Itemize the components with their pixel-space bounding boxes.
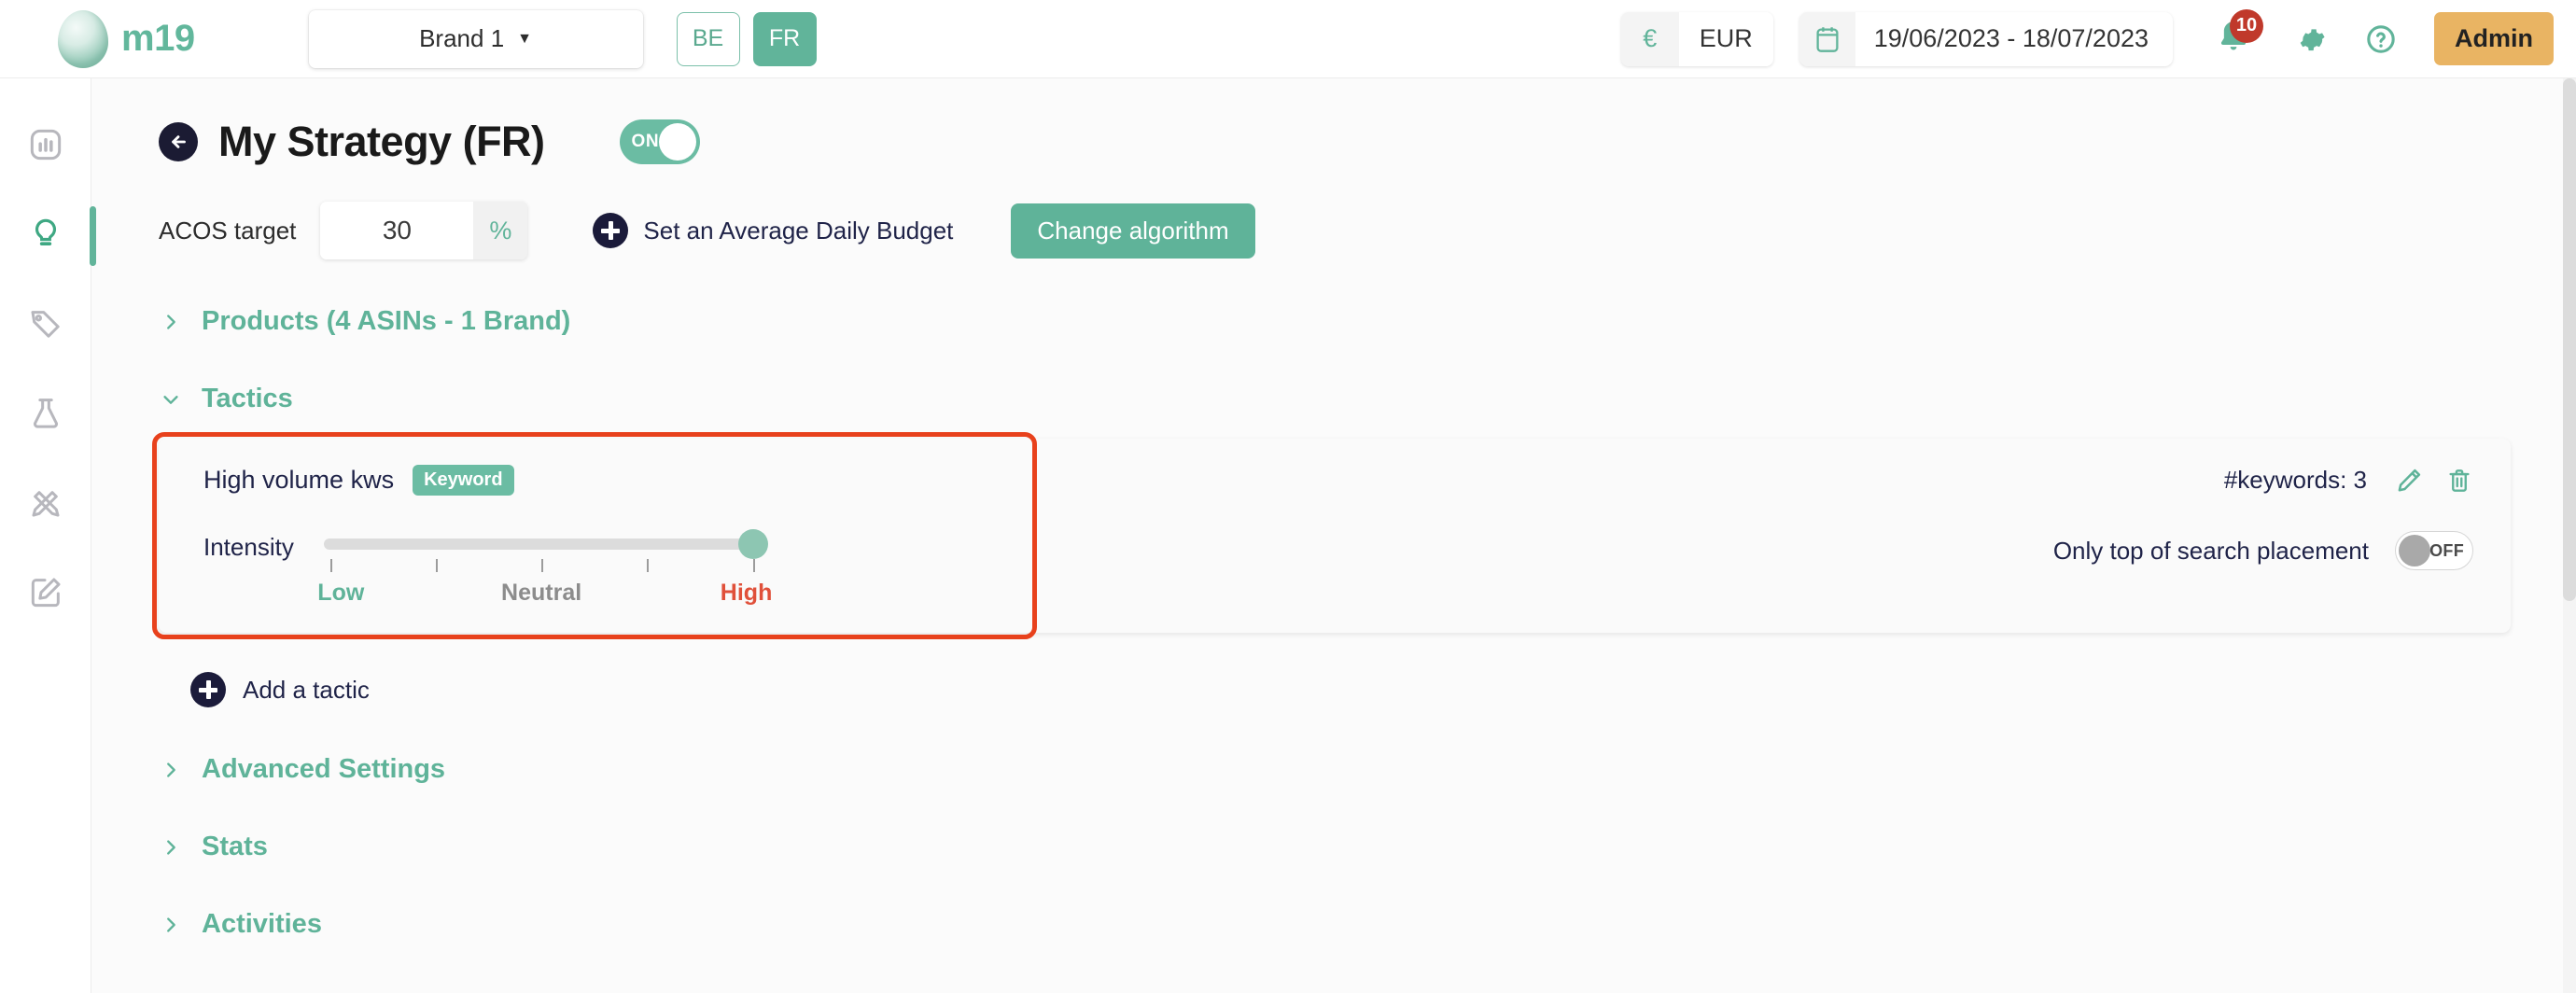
edit-square-icon [31, 578, 60, 608]
active-indicator [89, 206, 96, 266]
chevron-right-icon [159, 837, 183, 858]
brand-selector-value: Brand 1 [419, 24, 505, 52]
intensity-label-high: High [720, 580, 773, 606]
top-header: m19 Brand 1 ▼ BE FR € EUR 19/06/2023 - 1… [0, 0, 2576, 78]
top-of-search-placement-label: Only top of search placement [2052, 536, 2369, 565]
section-advanced-settings[interactable]: Advanced Settings [159, 754, 2522, 785]
logo-egg-icon [58, 9, 108, 68]
section-advanced-settings-label: Advanced Settings [202, 754, 446, 784]
tactic-card: High volume kws Keyword #keywords: 3 Int… [152, 432, 2511, 639]
change-algorithm-button[interactable]: Change algorithm [1011, 203, 1255, 259]
locale-switcher: BE FR [676, 11, 817, 66]
sidebar-item-creative[interactable] [0, 478, 91, 528]
add-tactic-button[interactable]: Add a tactic [190, 672, 2522, 707]
help-button[interactable] [2365, 23, 2397, 55]
acos-target-label: ACOS target [159, 216, 297, 245]
gear-icon [2300, 28, 2325, 50]
app-logo[interactable]: m19 [58, 9, 195, 68]
toggle-knob [2399, 535, 2430, 566]
tactic-name: High volume kws [203, 466, 395, 494]
sidebar-item-strategies[interactable] [0, 206, 96, 266]
sidebar-item-dashboard[interactable] [0, 119, 91, 170]
lightbulb-icon [35, 218, 56, 246]
acos-target-value[interactable]: 30 [320, 202, 474, 259]
pencil-ruler-icon [32, 491, 59, 517]
intensity-label: Intensity [203, 533, 294, 561]
header-actions: € EUR 19/06/2023 - 18/07/2023 10 Admin [1620, 8, 2576, 66]
acos-target-unit: % [473, 202, 528, 259]
sidebar-item-editor[interactable] [0, 567, 91, 618]
strategy-status-toggle-label: ON [631, 132, 660, 151]
intensity-slider-ticks [324, 559, 755, 574]
section-tactics-label: Tactics [202, 384, 293, 413]
section-tactics[interactable]: Tactics [159, 384, 2522, 414]
add-tactic-label: Add a tactic [243, 675, 370, 704]
main-content: My Strategy (FR) ON ACOS target 30 % Set… [91, 78, 2576, 993]
logo-text: m19 [121, 18, 195, 59]
page-header: My Strategy (FR) ON [159, 118, 2522, 166]
acos-target-input[interactable]: 30 % [320, 202, 528, 259]
calendar-icon [1799, 11, 1855, 66]
chevron-down-icon: ▼ [517, 30, 533, 47]
section-stats-label: Stats [202, 832, 268, 861]
settings-button[interactable] [2294, 23, 2326, 55]
notification-badge: 10 [2230, 8, 2263, 43]
tactic-type-chip: Keyword [413, 465, 514, 496]
edit-tactic-button[interactable] [2395, 467, 2423, 495]
pencil-icon [2398, 469, 2421, 491]
set-daily-budget-label: Set an Average Daily Budget [643, 216, 954, 245]
intensity-slider-track[interactable] [323, 529, 768, 559]
top-of-search-placement-toggle[interactable]: OFF [2395, 531, 2473, 570]
chevron-right-icon [159, 760, 183, 780]
brand-selector[interactable]: Brand 1 ▼ [308, 9, 643, 68]
acos-target-row: ACOS target 30 % Set an Average Daily Bu… [159, 202, 2522, 259]
chevron-right-icon [159, 312, 183, 332]
currency-code: EUR [1678, 11, 1773, 66]
locale-button-be[interactable]: BE [676, 11, 740, 66]
plus-circle-icon [593, 213, 629, 248]
chevron-down-icon [159, 389, 183, 410]
toggle-knob [658, 123, 696, 161]
intensity-label-neutral: Neutral [501, 580, 582, 606]
top-of-search-placement-toggle-label: OFF [2429, 540, 2464, 560]
currency-selector[interactable]: € EUR [1620, 11, 1773, 66]
locale-button-fr[interactable]: FR [752, 11, 817, 66]
left-sidebar [0, 78, 96, 993]
tag-icon [31, 311, 60, 338]
flask-icon [33, 399, 58, 428]
bar-chart-icon [30, 129, 61, 161]
tactic-card-body: Intensity Low Neutral High Only top of s… [203, 527, 2473, 611]
admin-button[interactable]: Admin [2434, 12, 2554, 65]
date-range-picker[interactable]: 19/06/2023 - 18/07/2023 [1799, 11, 2173, 66]
section-stats[interactable]: Stats [159, 832, 2522, 862]
chevron-right-icon [159, 915, 183, 935]
page-title: My Strategy (FR) [218, 118, 545, 165]
trash-icon [2449, 469, 2470, 492]
section-products-label: Products (4 ASINs - 1 Brand) [202, 306, 571, 336]
tactic-keywords-count: #keywords: 3 [2223, 466, 2367, 494]
question-circle-icon [2367, 24, 2395, 53]
section-activities[interactable]: Activities [159, 909, 2522, 940]
section-activities-label: Activities [202, 909, 322, 939]
notifications-button[interactable]: 10 [2214, 8, 2263, 62]
euro-symbol-icon: € [1620, 11, 1679, 66]
arrow-left-circle-icon[interactable] [159, 122, 198, 161]
page-scrollbar[interactable] [2563, 78, 2576, 993]
tactic-card-header: High volume kws Keyword #keywords: 3 [203, 465, 2473, 496]
sidebar-item-experiments[interactable] [0, 388, 91, 439]
delete-tactic-button[interactable] [2445, 467, 2473, 495]
intensity-slider[interactable]: Low Neutral High [317, 527, 772, 611]
intensity-slider-thumb[interactable] [737, 529, 768, 559]
date-range-value: 19/06/2023 - 18/07/2023 [1855, 11, 2173, 66]
set-daily-budget-button[interactable]: Set an Average Daily Budget [593, 213, 953, 248]
plus-circle-icon [190, 672, 226, 707]
page-scrollbar-thumb[interactable] [2563, 78, 2576, 601]
strategy-status-toggle[interactable]: ON [619, 119, 700, 164]
intensity-label-low: Low [317, 580, 365, 606]
intensity-scale-labels: Low Neutral High [317, 580, 772, 611]
section-products[interactable]: Products (4 ASINs - 1 Brand) [159, 306, 2522, 337]
sidebar-item-products[interactable] [0, 299, 91, 349]
